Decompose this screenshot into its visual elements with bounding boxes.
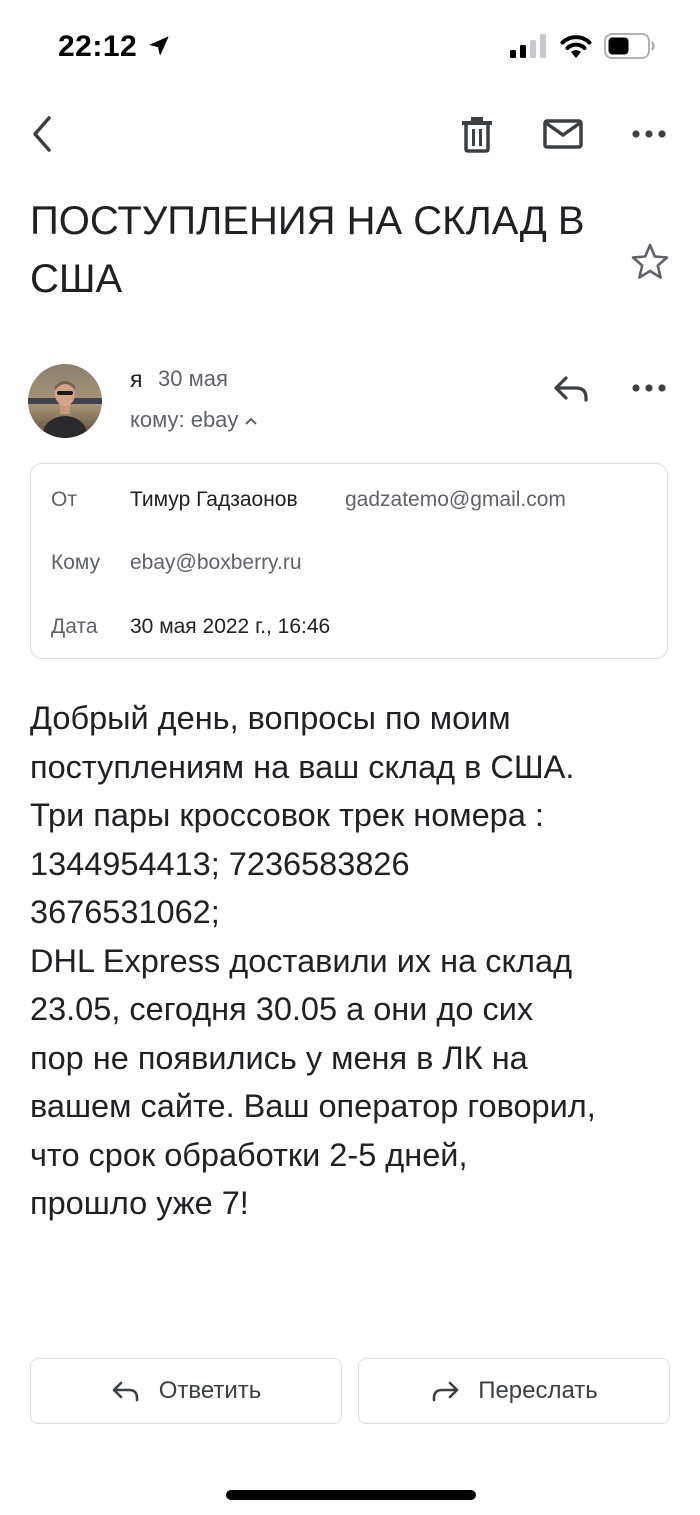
email-subject: ПОСТУПЛЕНИЯ НА СКЛАД В США xyxy=(30,199,585,301)
battery-icon xyxy=(604,33,655,59)
body-line: прошло уже 7! xyxy=(30,1185,249,1221)
body-line: поступлениям на ваш склад в США. xyxy=(30,748,575,785)
body-line: Три пары кроссовок трек номера : xyxy=(30,797,544,833)
cellular-signal-icon xyxy=(510,34,546,58)
forward-label: Переслать xyxy=(478,1377,598,1404)
forward-button[interactable]: Переслать xyxy=(358,1358,670,1424)
from-email[interactable]: gadzatemo@gmail.com xyxy=(345,488,566,512)
recipients-summary: кому: ebay xyxy=(130,407,239,432)
body-line: что срок обработки 2-5 дней, xyxy=(30,1136,468,1173)
from-label: От xyxy=(51,488,77,511)
body-line: DHL Express доставили их на склад xyxy=(30,942,573,979)
trash-icon[interactable] xyxy=(455,112,499,156)
avatar xyxy=(28,364,102,438)
body-line: 1344954413; 7236583826 xyxy=(30,845,410,882)
sender-name: я xyxy=(130,366,143,392)
body-line: пор не появились у меня в ЛК на xyxy=(30,1039,528,1076)
from-name: Тимур Гадзаонов xyxy=(130,488,298,511)
home-indicator[interactable] xyxy=(226,1490,476,1500)
wifi-icon xyxy=(560,35,592,58)
chevron-up-icon xyxy=(245,417,258,425)
forward-icon xyxy=(432,1381,459,1402)
more-options-icon[interactable] xyxy=(627,112,671,156)
body-line: 3676531062; xyxy=(30,894,220,930)
mark-unread-icon[interactable] xyxy=(541,112,585,156)
reply-icon[interactable] xyxy=(550,366,594,410)
reply-icon xyxy=(112,1381,139,1402)
location-arrow-icon xyxy=(149,36,169,56)
date-label: Дата xyxy=(51,615,98,638)
reply-button[interactable]: Ответить xyxy=(30,1358,342,1424)
message-body: Добрый день, вопросы по моим поступления… xyxy=(30,694,680,1228)
date-value: 30 мая 2022 г., 16:46 xyxy=(130,615,331,638)
message-date: 30 мая xyxy=(158,366,228,391)
star-icon[interactable] xyxy=(628,240,672,284)
body-line: 23.05, сегодня 30.05 а они до сих xyxy=(30,991,534,1027)
message-details-card: От Тимур Гадзаонов gadzatemo@gmail.com К… xyxy=(30,463,668,659)
to-label: Кому xyxy=(51,551,101,574)
back-icon[interactable] xyxy=(20,112,64,156)
to-email[interactable]: ebay@boxberry.ru xyxy=(130,551,302,575)
body-line: вашем сайте. Ваш оператор говорил, xyxy=(30,1088,596,1124)
recipients-toggle[interactable]: кому: ebay xyxy=(130,407,258,433)
body-line: Добрый день, вопросы по моим xyxy=(30,700,511,736)
status-time: 22:12 xyxy=(58,30,138,63)
reply-label: Ответить xyxy=(158,1377,262,1404)
message-more-icon[interactable] xyxy=(627,366,671,410)
